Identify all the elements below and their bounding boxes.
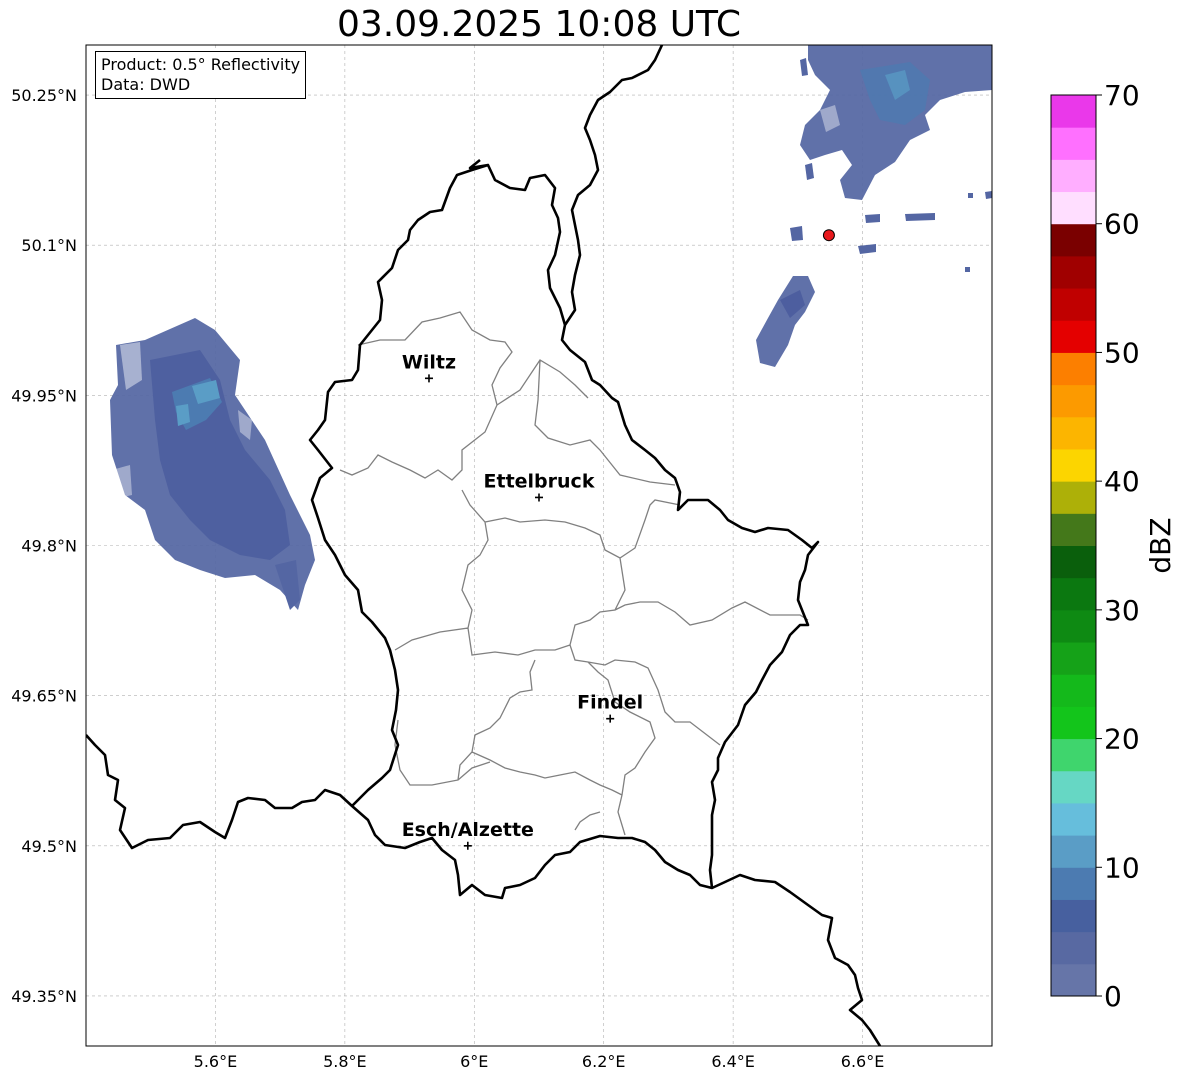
axis-ticks: 5.6°E 5.8°E 6°E 6.2°E 6.4°E 6.6°E 49.35°N 49.5°… xyxy=(11,86,884,1071)
radar-map: WiltzEttelbruckFindelEsch/Alzette 5.6°E 5… xyxy=(11,44,1177,1071)
colorbar-segment xyxy=(1051,835,1096,868)
colorbar-segment xyxy=(1051,770,1096,804)
colorbar-segment xyxy=(1051,706,1096,740)
colorbar-segment xyxy=(1051,545,1096,579)
colorbar-segment xyxy=(1051,288,1096,321)
colorbar-segment xyxy=(1051,899,1096,933)
lon-tick-label: 5.8°E xyxy=(323,1052,367,1071)
radar-echoes xyxy=(110,45,992,610)
colorbar-segment xyxy=(1051,223,1096,257)
city-marker xyxy=(463,841,472,850)
colorbar-segment xyxy=(1051,577,1096,611)
colorbar-label: dBZ xyxy=(1144,517,1177,573)
colorbar-segment xyxy=(1051,127,1096,160)
colorbar-tick-label: 20 xyxy=(1104,723,1140,756)
colorbar-tick-label: 10 xyxy=(1104,851,1140,884)
lon-tick-label: 6.4°E xyxy=(711,1052,755,1071)
colorbar-segment xyxy=(1051,802,1096,836)
source-text: Data: DWD xyxy=(101,75,191,94)
city-label: Ettelbruck xyxy=(484,470,595,492)
colorbar-segment xyxy=(1051,738,1096,772)
lat-tick-label: 49.5°N xyxy=(21,837,77,856)
city-label: Findel xyxy=(577,692,643,714)
lat-tick-label: 49.95°N xyxy=(11,386,77,405)
colorbar-segment xyxy=(1051,352,1096,386)
colorbar-tick-label: 70 xyxy=(1104,79,1140,112)
lon-tick-label: 6.2°E xyxy=(582,1052,626,1071)
cities: Wiltz Ettelbruck Findel Esch/Alzette xyxy=(402,351,643,850)
lon-tick-label: 5.6°E xyxy=(194,1052,238,1071)
product-text: Product: 0.5° Reflectivity xyxy=(101,55,301,74)
colorbar-segment xyxy=(1051,609,1096,643)
echo-region-west-band xyxy=(110,318,315,610)
colorbar-segment xyxy=(1051,674,1096,707)
colorbar-segment xyxy=(1051,416,1096,450)
lon-tick-label: 6°E xyxy=(460,1052,488,1071)
echo-region-east-cell xyxy=(756,276,815,367)
city-label: Esch/Alzette xyxy=(402,819,534,841)
colorbar-tick-label: 30 xyxy=(1104,594,1140,627)
colorbar-segment xyxy=(1051,931,1096,965)
radar-site xyxy=(822,229,835,242)
colorbar: 0 10 20 30 40 50 60 70 dBZ xyxy=(1050,79,1177,1013)
colorbar-segment xyxy=(1051,191,1096,225)
colorbar-segment xyxy=(1051,448,1096,482)
city-marker xyxy=(606,714,615,723)
colorbar-segment xyxy=(1051,320,1096,353)
lat-tick-label: 49.35°N xyxy=(11,987,77,1006)
colorbar-segment xyxy=(1051,95,1096,128)
colorbar-segment xyxy=(1051,255,1096,289)
echo-region-northeast-cluster xyxy=(790,45,992,272)
city-marker xyxy=(424,374,433,383)
colorbar-segment xyxy=(1051,513,1096,546)
canton-boundaries xyxy=(339,311,809,836)
city-marker xyxy=(535,493,543,502)
colorbar-segment xyxy=(1051,642,1096,675)
colorbar-segment xyxy=(1051,867,1096,900)
colorbar-segment xyxy=(1051,384,1096,418)
radar-site-marker xyxy=(822,229,835,242)
lat-tick-label: 50.1°N xyxy=(21,236,77,255)
colorbar-tick-label: 40 xyxy=(1104,465,1140,498)
lon-tick-label: 6.6°E xyxy=(841,1052,885,1071)
colorbar-segment xyxy=(1051,159,1096,193)
city-label: Wiltz xyxy=(402,351,456,373)
colorbar-segment xyxy=(1051,481,1096,514)
info-box: Product: 0.5° Reflectivity Data: DWD xyxy=(95,51,307,99)
colorbar-tick-label: 0 xyxy=(1104,980,1122,1013)
colorbar-tick-label: 50 xyxy=(1104,336,1140,369)
colorbar-tick-label: 60 xyxy=(1104,208,1140,241)
lat-tick-label: 50.25°N xyxy=(11,86,77,105)
lat-tick-label: 49.8°N xyxy=(21,537,77,556)
lat-tick-label: 49.65°N xyxy=(11,687,77,706)
colorbar-segment xyxy=(1051,963,1096,997)
